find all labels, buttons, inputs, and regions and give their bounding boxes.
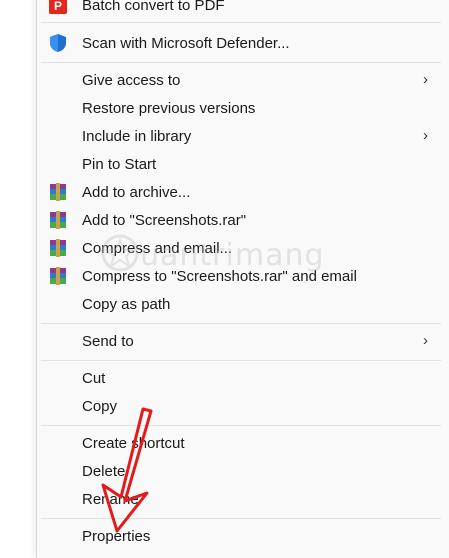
menu-item-include-library[interactable]: Include in library › bbox=[37, 123, 447, 151]
menu-item-label: Cut bbox=[82, 370, 106, 387]
menu-divider bbox=[41, 62, 441, 63]
svg-text:P: P bbox=[54, 0, 62, 13]
annotation-arrow-icon bbox=[101, 407, 153, 533]
winrar-icon bbox=[50, 211, 66, 229]
menu-item-pin-start[interactable]: Pin to Start bbox=[37, 151, 447, 179]
menu-item-compress-email[interactable]: Compress and email... bbox=[37, 235, 447, 263]
menu-item-add-archive[interactable]: Add to archive... bbox=[37, 179, 447, 207]
menu-item-batch-convert-pdf[interactable]: P Batch convert to PDF bbox=[37, 0, 447, 20]
menu-item-label: Add to archive... bbox=[82, 184, 191, 201]
menu-item-give-access[interactable]: Give access to › bbox=[37, 67, 447, 95]
menu-divider bbox=[41, 360, 441, 361]
menu-item-label: Compress to "Screenshots.rar" and email bbox=[82, 268, 357, 285]
menu-item-add-screenshots-rar[interactable]: Add to "Screenshots.rar" bbox=[37, 207, 447, 235]
menu-item-copy-as-path[interactable]: Copy as path bbox=[37, 291, 447, 319]
menu-item-label: Send to bbox=[82, 333, 134, 350]
menu-item-label: Give access to bbox=[82, 72, 181, 89]
menu-item-scan-defender[interactable]: Scan with Microsoft Defender... bbox=[37, 30, 447, 58]
menu-item-restore-versions[interactable]: Restore previous versions bbox=[37, 95, 447, 123]
menu-item-label: Scan with Microsoft Defender... bbox=[82, 35, 290, 52]
chevron-right-icon: › bbox=[423, 71, 428, 88]
defender-shield-icon bbox=[50, 34, 66, 52]
menu-item-compress-screenshots-email[interactable]: Compress to "Screenshots.rar" and email bbox=[37, 263, 447, 291]
chevron-right-icon: › bbox=[423, 127, 428, 144]
menu-divider bbox=[41, 22, 441, 23]
winrar-icon bbox=[50, 239, 66, 257]
menu-item-label: Compress and email... bbox=[82, 240, 233, 257]
menu-item-label: Pin to Start bbox=[82, 156, 157, 173]
menu-item-label: Restore previous versions bbox=[82, 100, 256, 117]
menu-item-label: Add to "Screenshots.rar" bbox=[82, 212, 247, 229]
pdf-convert-icon: P bbox=[49, 0, 67, 14]
menu-item-label: Copy as path bbox=[82, 296, 171, 313]
menu-item-send-to[interactable]: Send to › bbox=[37, 328, 447, 356]
menu-item-label: Include in library bbox=[82, 128, 192, 145]
chevron-right-icon: › bbox=[423, 332, 428, 349]
winrar-icon bbox=[50, 267, 66, 285]
menu-item-cut[interactable]: Cut bbox=[37, 365, 447, 393]
winrar-icon bbox=[50, 183, 66, 201]
menu-divider bbox=[41, 323, 441, 324]
menu-item-label: Batch convert to PDF bbox=[82, 0, 225, 14]
